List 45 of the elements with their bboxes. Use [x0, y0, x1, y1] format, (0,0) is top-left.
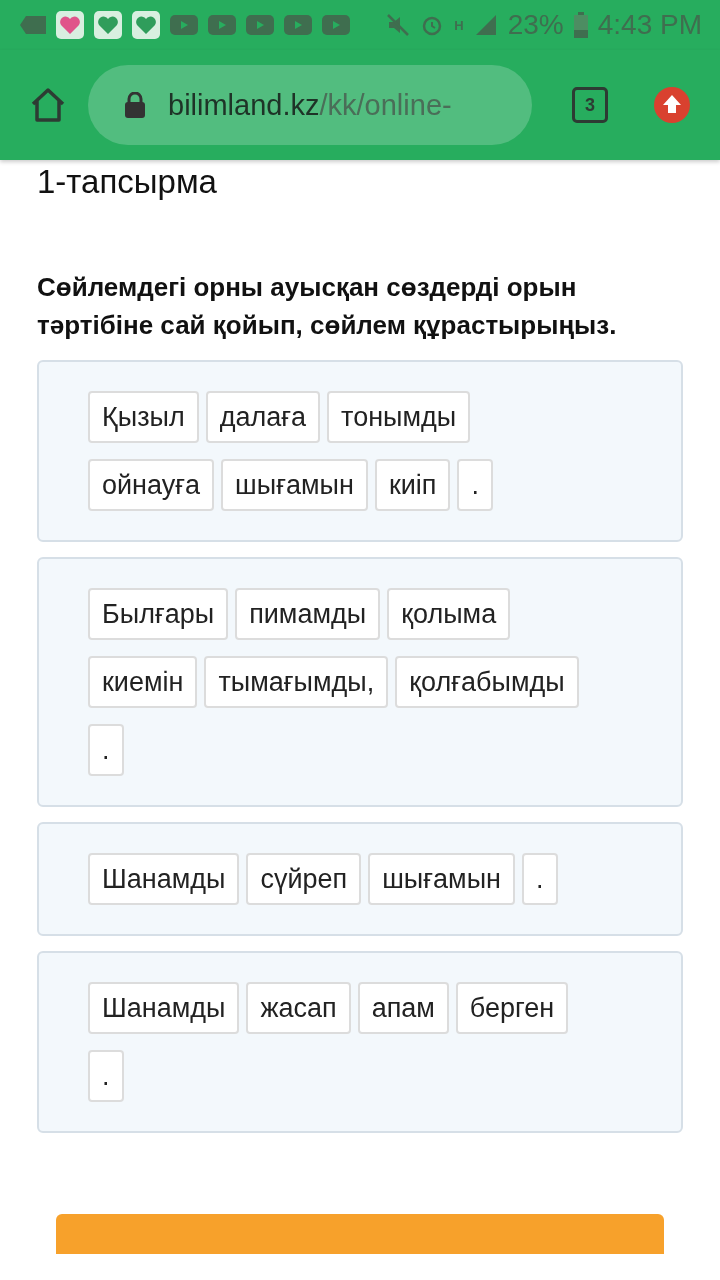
task-title: 1-тапсырма	[37, 162, 218, 202]
heart-app-icon	[94, 11, 122, 39]
upload-icon[interactable]	[654, 87, 690, 123]
word-chip[interactable]: .	[457, 459, 493, 511]
video-app-icon	[322, 15, 350, 35]
word-chip[interactable]: .	[522, 853, 558, 905]
word-chip[interactable]: .	[88, 724, 124, 776]
word-chip[interactable]: Шанамды	[88, 853, 240, 905]
video-app-icon	[170, 15, 198, 35]
word-chip[interactable]: жасап	[246, 982, 351, 1034]
word-chip[interactable]: берген	[455, 982, 569, 1034]
word-chip[interactable]: шығамын	[368, 853, 515, 905]
word-chip[interactable]: қолғабымды	[395, 656, 579, 708]
task-instruction: Сөйлемдегі орны ауысқан сөздерді орын тәртібіне сай қойып, сөйлем құрастырыңыз.	[37, 271, 618, 342]
clock: 4:43 PM	[597, 9, 702, 41]
heart-app-icon	[132, 11, 160, 39]
video-app-icon	[208, 15, 236, 35]
mute-icon	[386, 13, 411, 37]
word-chip[interactable]: тымағымды,	[204, 656, 389, 708]
video-app-icon	[246, 15, 274, 35]
word-chip[interactable]: пимамды	[235, 588, 381, 640]
message-icon	[20, 16, 46, 34]
word-chip[interactable]: ойнауға	[88, 459, 215, 511]
battery-icon	[573, 12, 588, 38]
battery-percentage: 23%	[507, 9, 564, 41]
word-chip[interactable]: .	[88, 1050, 124, 1102]
word-chip[interactable]: тонымды	[327, 391, 471, 443]
tab-count-button[interactable]: 3	[572, 87, 608, 123]
word-chip[interactable]: далаға	[205, 391, 321, 443]
word-chip[interactable]: киемін	[88, 656, 198, 708]
network-type: H	[454, 17, 464, 33]
address-bar[interactable]: bilimland.kz/kk/online-	[88, 65, 532, 145]
video-app-icon	[284, 15, 312, 35]
word-chip[interactable]: киіп	[374, 459, 451, 511]
url-text: bilimland.kz/kk/online-	[168, 88, 452, 122]
word-chip[interactable]: Былғары	[88, 588, 229, 640]
word-chip[interactable]: шығамын	[221, 459, 368, 511]
word-chip[interactable]: апам	[357, 982, 449, 1034]
word-chip[interactable]: Қызыл	[88, 391, 199, 443]
word-chip[interactable]: қолыма	[387, 588, 511, 640]
home-icon[interactable]	[30, 87, 66, 123]
word-chip[interactable]: Шанамды	[88, 982, 240, 1034]
heart-app-icon	[56, 11, 84, 39]
lock-icon	[124, 92, 146, 118]
word-chip[interactable]: сүйреп	[246, 853, 362, 905]
